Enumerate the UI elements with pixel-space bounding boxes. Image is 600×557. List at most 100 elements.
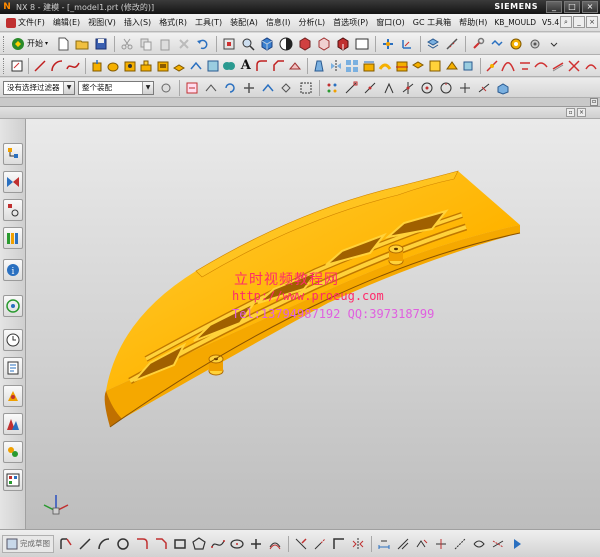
assembly-navigator-tab[interactable] [3, 143, 23, 165]
deselect-button[interactable] [202, 79, 220, 97]
replace-face-button[interactable] [427, 57, 443, 75]
zoom-button[interactable] [239, 35, 257, 53]
graphics-window[interactable]: 立时视频教程网 http://www.proeug.com Tel:137949… [26, 119, 600, 529]
pocket-button[interactable] [155, 57, 171, 75]
delete-button[interactable] [175, 35, 193, 53]
sketch-make-corner-button[interactable] [330, 535, 348, 553]
snap-intersection-button[interactable] [399, 79, 417, 97]
region-select-button[interactable] [297, 79, 315, 97]
open-file-button[interactable] [73, 35, 91, 53]
palette-tab[interactable] [3, 469, 23, 491]
menu-help[interactable]: 帮助(H) [455, 15, 491, 31]
text-button[interactable]: A [238, 57, 254, 75]
mirror-button[interactable] [328, 57, 344, 75]
profile-button[interactable] [57, 535, 75, 553]
maximize-button[interactable]: □ [564, 1, 580, 13]
select-all-button[interactable] [183, 79, 201, 97]
extract-button[interactable] [460, 57, 476, 75]
sketch-circle-button[interactable] [114, 535, 132, 553]
sketch-arc-button[interactable] [95, 535, 113, 553]
offset-curve-button[interactable] [550, 57, 566, 75]
part-navigator-tab[interactable] [3, 199, 23, 221]
hide-show-button[interactable] [488, 35, 506, 53]
snap-surface-button[interactable] [494, 79, 512, 97]
snap-midpoint-button[interactable] [361, 79, 379, 97]
display-mode-button[interactable] [277, 35, 295, 53]
web-browser-tab[interactable]: i [3, 259, 23, 281]
settings-button[interactable] [526, 35, 544, 53]
split-body-button[interactable] [394, 57, 410, 75]
layer-button[interactable] [424, 35, 442, 53]
toolbar-options-button[interactable] [545, 35, 563, 53]
offset-face-button[interactable] [361, 57, 377, 75]
toolbar-grip[interactable] [3, 35, 6, 52]
sketch-spline-button[interactable] [209, 535, 227, 553]
menu-preferences[interactable]: 首选项(P) [329, 15, 372, 31]
sketch-polygon-button[interactable] [190, 535, 208, 553]
paste-button[interactable] [156, 35, 174, 53]
draft-button[interactable] [311, 57, 327, 75]
sketch-constraint-button[interactable] [394, 535, 412, 553]
search-icon[interactable]: ⌕ [560, 16, 572, 28]
sketch-fillet-button[interactable] [133, 535, 151, 553]
toolbar-grip[interactable] [3, 57, 6, 74]
assembly-tools-button[interactable] [469, 35, 487, 53]
viewport-close-icon[interactable]: × [577, 108, 586, 117]
bridge-curve-button[interactable] [534, 57, 550, 75]
line-button[interactable] [32, 57, 48, 75]
snap-on-curve-button[interactable] [475, 79, 493, 97]
sketch-ellipse-button[interactable] [228, 535, 246, 553]
menu-gc-toolkit[interactable]: GC 工具箱 [409, 15, 455, 31]
system-materials-tab[interactable] [3, 413, 23, 435]
snap-center-button[interactable] [418, 79, 436, 97]
strip-restore-icon[interactable]: ▫ [590, 98, 598, 106]
datum-button[interactable] [188, 57, 204, 75]
menu-assemblies[interactable]: 装配(A) [226, 15, 262, 31]
menu-insert[interactable]: 插入(S) [120, 15, 155, 31]
sketch-chamfer-button[interactable] [152, 535, 170, 553]
sketch-mirror-button[interactable] [349, 535, 367, 553]
snap-point-button[interactable] [456, 79, 474, 97]
sketch-alternate-solution-button[interactable] [470, 535, 488, 553]
new-file-button[interactable] [54, 35, 72, 53]
background-button[interactable] [353, 35, 371, 53]
section-view-button[interactable] [296, 35, 314, 53]
orient-button[interactable] [259, 79, 277, 97]
unite-button[interactable] [221, 57, 237, 75]
reuse-library-tab[interactable] [3, 227, 23, 249]
rotate-button[interactable] [221, 79, 239, 97]
spline-button[interactable] [65, 57, 81, 75]
trim-curve-button[interactable] [583, 57, 599, 75]
constraint-navigator-tab[interactable] [3, 171, 23, 193]
menu-view[interactable]: 视图(V) [84, 15, 120, 31]
menu-file[interactable]: 文件(F) [2, 15, 49, 31]
pattern-button[interactable] [344, 57, 360, 75]
start-button[interactable]: 开始 ▾ [9, 35, 52, 53]
edge-blend-button[interactable] [484, 57, 500, 75]
thicken-button[interactable] [377, 57, 393, 75]
mold-wizard-button[interactable] [507, 35, 525, 53]
snap-control-button[interactable] [380, 79, 398, 97]
trim-body-button[interactable] [205, 57, 221, 75]
cut-button[interactable] [118, 35, 136, 53]
sketch-offset-button[interactable] [266, 535, 284, 553]
sketch-button[interactable] [9, 57, 25, 75]
menu-format[interactable]: 格式(R) [155, 15, 191, 31]
patch-button[interactable] [444, 57, 460, 75]
shell-button[interactable] [288, 57, 304, 75]
move-object-button[interactable] [379, 35, 397, 53]
sketch-extend-button[interactable] [311, 535, 329, 553]
sketch-trim-button[interactable] [292, 535, 310, 553]
extrude-button[interactable] [89, 57, 105, 75]
shaded-view-button[interactable] [258, 35, 276, 53]
pan-button[interactable] [240, 79, 258, 97]
sketch-rectangle-button[interactable] [171, 535, 189, 553]
menu-analysis[interactable]: 分析(L) [294, 15, 329, 31]
process-studio-tab[interactable] [3, 357, 23, 379]
sketch-show-constraints-button[interactable] [432, 535, 450, 553]
curve-button[interactable] [500, 57, 516, 75]
history-tab[interactable] [3, 295, 23, 317]
fit-view-button[interactable] [220, 35, 238, 53]
wireframe-view-button[interactable] [315, 35, 333, 53]
wcs-triad-icon[interactable] [38, 491, 74, 521]
